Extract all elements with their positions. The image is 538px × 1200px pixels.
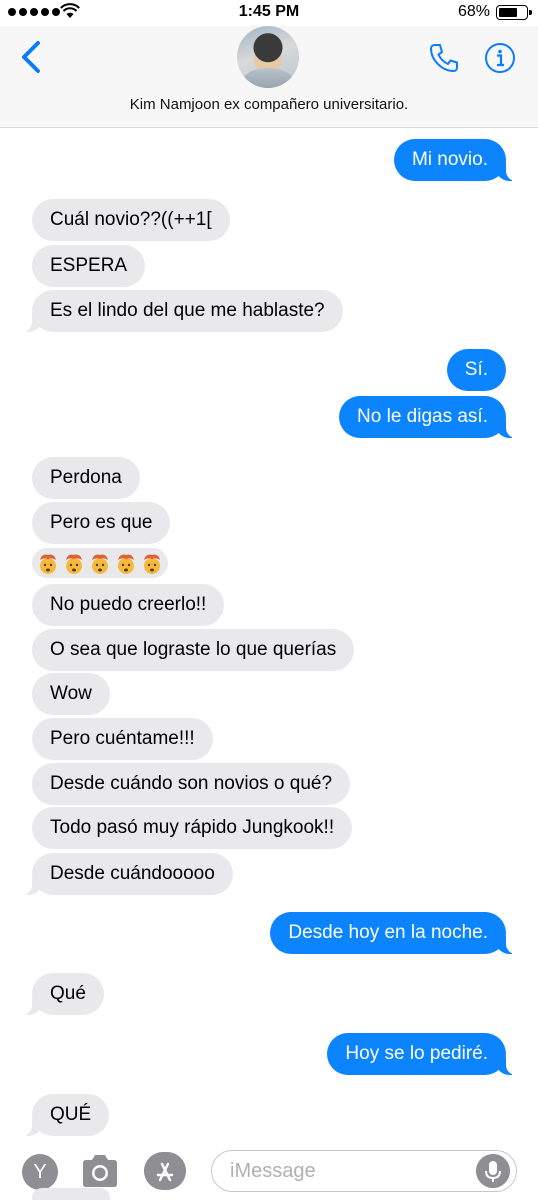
message-incoming[interactable]: Pero cuéntame!!!: [32, 718, 213, 760]
exploding-head-emoji-icon: [92, 554, 108, 574]
message-incoming[interactable]: Perdona: [32, 457, 140, 499]
message-incoming[interactable]: O sea que lograste lo que querías: [32, 629, 355, 671]
camera-icon[interactable]: [80, 1152, 120, 1190]
message-incoming[interactable]: Wow: [32, 673, 110, 715]
conversation-header: Kim Namjoon ex compañero universitario.: [0, 26, 538, 128]
exploding-head-emoji-icon: [40, 554, 56, 574]
message-incoming[interactable]: Pero es que: [32, 502, 171, 544]
message-outgoing[interactable]: Mi novio.: [393, 139, 519, 181]
battery-icon: [496, 5, 532, 20]
back-chevron-icon[interactable]: [18, 40, 44, 74]
microphone-icon[interactable]: [476, 1154, 510, 1188]
message-incoming[interactable]: Cuál novio??((++1[: [32, 199, 230, 241]
message-outgoing[interactable]: Sí.: [446, 349, 506, 391]
message-incoming[interactable]: Todo pasó muy rápido Jungkook!!: [32, 807, 353, 849]
app-drawer-button[interactable]: Y: [22, 1154, 58, 1190]
imessage-input[interactable]: iMessage: [211, 1150, 517, 1192]
info-icon[interactable]: [484, 42, 516, 74]
message-incoming[interactable]: ESPERA: [32, 245, 146, 287]
message-emoji[interactable]: [32, 548, 168, 578]
message-incoming[interactable]: Qué: [20, 973, 104, 1015]
message-incoming[interactable]: Desde cuándooooo: [20, 853, 233, 895]
battery-percentage: 68%: [457, 3, 490, 20]
exploding-head-emoji-icon: [118, 554, 134, 574]
message-outgoing[interactable]: No le digas así.: [339, 396, 518, 438]
message-incoming[interactable]: Desde cuándo son novios o qué?: [32, 763, 351, 805]
contact-name[interactable]: Kim Namjoon ex compañero universitario.: [0, 96, 538, 113]
partially-hidden-message: [32, 1188, 110, 1200]
status-bar: 1:45 PM 68%: [0, 0, 538, 26]
contact-avatar[interactable]: [237, 26, 299, 88]
message-outgoing[interactable]: Hoy se lo pediré.: [327, 1033, 518, 1075]
phone-icon[interactable]: [428, 42, 460, 74]
message-incoming[interactable]: No puedo creerlo!!: [32, 584, 225, 626]
message-incoming[interactable]: QUÉ: [19, 1094, 110, 1136]
message-outgoing[interactable]: Desde hoy en la noche.: [270, 912, 518, 954]
message-incoming[interactable]: Es el lindo del que me hablaste?: [20, 290, 343, 332]
app-store-icon[interactable]: [144, 1152, 186, 1190]
exploding-head-emoji-icon: [66, 554, 82, 574]
exploding-head-emoji-icon: [144, 554, 160, 574]
